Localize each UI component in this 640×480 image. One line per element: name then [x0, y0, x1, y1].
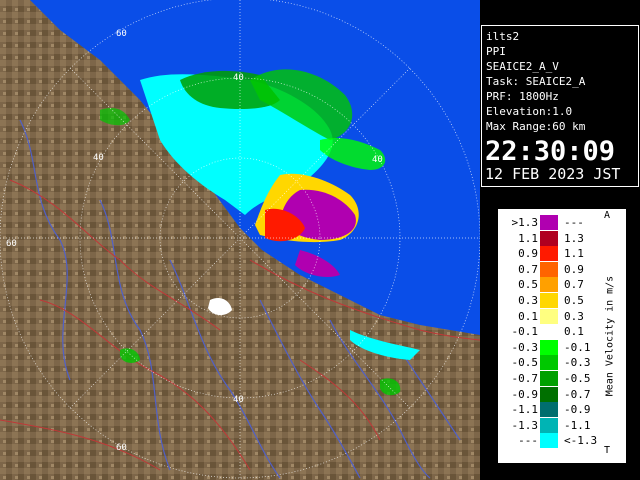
legend-upper-bound: -0.7 — [564, 387, 591, 401]
max-range-value: Max Range:60 km — [486, 120, 586, 133]
legend-color-swatch — [540, 324, 558, 340]
legend-lower-bound: -1.1 — [511, 403, 539, 417]
legend-color-swatch — [540, 417, 558, 433]
scan-time: 22:30:09 — [485, 136, 616, 167]
legend-upper-bound: -0.5 — [564, 372, 591, 385]
range-label: 40 — [372, 155, 383, 165]
legend-color-swatch — [540, 339, 558, 355]
legend-upper-bound: 0.7 — [564, 278, 584, 292]
legend-lower-bound: 0.1 — [518, 309, 538, 323]
legend-lower-bound: 1.1 — [518, 231, 538, 245]
range-label: 40 — [233, 395, 244, 405]
legend-lower-bound: 0.7 — [518, 262, 538, 276]
radar-info-panel: ilts2 PPI SEAICE2_A_V Task: SEAICE2_A PR… — [481, 25, 639, 187]
legend-lower-bound: -0.7 — [511, 372, 539, 385]
legend-upper-bound: 0.3 — [564, 309, 584, 323]
scan-date: 12 FEB 2023 JST — [485, 165, 621, 183]
legend-color-swatch — [540, 386, 558, 402]
range-label: 40 — [233, 73, 244, 83]
legend-color-swatch — [540, 371, 558, 386]
legend-lower-bound: 0.5 — [518, 278, 538, 292]
legend-upper-bound: 0.1 — [564, 325, 584, 339]
legend-upper-bound: -0.1 — [564, 340, 591, 354]
legend-lower-bound: 0.9 — [518, 247, 538, 261]
radar-ppi-map: 60 40 40 40 60 40 60 — [0, 0, 480, 480]
legend-color-swatch — [540, 246, 558, 262]
legend-lower-bound: -0.3 — [511, 340, 539, 354]
legend-lower-bound: -1.3 — [511, 418, 539, 432]
legend-lower-bound: -0.9 — [511, 387, 539, 401]
velocity-legend: A >1.3 --- 1.1 1.3 0.9 1.1 0.7 0.9 0.5 0.7 0.3 0.5 0… — [498, 209, 626, 463]
legend-color-swatch — [540, 277, 558, 293]
legend-lower-bound: -0.5 — [511, 356, 539, 370]
legend-top-marker: A — [604, 210, 611, 221]
legend-color-swatch — [540, 293, 558, 308]
legend-upper-bound: 0.9 — [564, 262, 584, 276]
legend-upper-bound: 0.5 — [564, 294, 584, 307]
prf-value: PRF: 1800Hz — [486, 90, 559, 103]
legend-color-swatch — [540, 230, 558, 246]
legend-lower-bound: >1.3 — [511, 216, 539, 229]
range-label: 40 — [93, 153, 104, 163]
task-name: Task: SEAICE2_A — [486, 75, 586, 88]
legend-bottom-marker: T — [604, 445, 611, 456]
legend-upper-bound: -0.3 — [564, 356, 591, 370]
legend-lower-bound: --- — [518, 434, 538, 448]
legend-color-swatch — [540, 261, 558, 277]
elevation-value: Elevation:1.0 — [486, 105, 573, 118]
legend-upper-bound: 1.1 — [564, 247, 584, 261]
legend-title: Mean Velocity in m/s — [604, 275, 616, 397]
legend-color-swatch — [540, 355, 558, 371]
legend-upper-bound: <-1.3 — [564, 434, 598, 448]
scan-mode: PPI — [486, 45, 506, 58]
range-label: 60 — [116, 29, 127, 39]
radar-name: ilts2 — [486, 30, 520, 43]
legend-lower-bound: 0.3 — [518, 294, 538, 307]
legend-color-swatch — [540, 433, 558, 449]
legend-color-swatch — [540, 402, 558, 418]
legend-upper-bound: -1.1 — [564, 418, 591, 432]
legend-color-swatch — [540, 308, 558, 324]
legend-lower-bound: -0.1 — [511, 325, 539, 339]
range-label: 60 — [6, 239, 17, 249]
legend-upper-bound: 1.3 — [564, 231, 584, 245]
product-name: SEAICE2_A_V — [486, 60, 559, 73]
legend-upper-bound: -0.9 — [564, 403, 591, 417]
legend-upper-bound: --- — [564, 216, 584, 229]
legend-color-swatch — [540, 215, 558, 230]
range-label: 60 — [116, 443, 127, 453]
